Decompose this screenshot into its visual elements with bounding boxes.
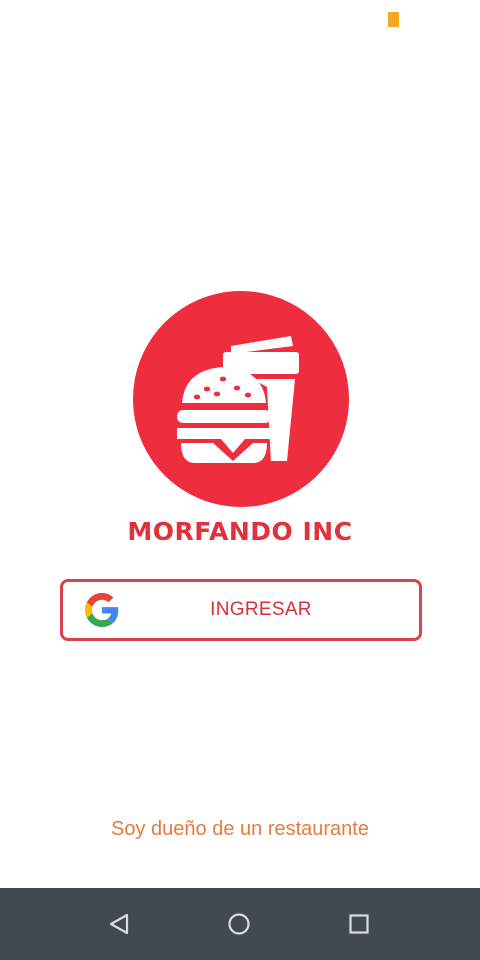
back-triangle-icon [109, 913, 129, 935]
login-button-label: INGRESAR [210, 599, 312, 620]
burger-and-drink-icon [173, 336, 299, 463]
recents-square-icon [349, 914, 369, 934]
restaurant-owner-link[interactable]: Soy dueño de un restaurante [0, 818, 480, 841]
home-button[interactable] [221, 906, 257, 942]
status-indicator-icon [388, 12, 399, 27]
system-nav-bar [0, 888, 480, 960]
recents-button[interactable] [341, 906, 377, 942]
app-logo [133, 291, 349, 507]
home-circle-icon [228, 913, 250, 935]
back-button[interactable] [101, 906, 137, 942]
login-screen: MORFANDO INC INGRESAR Soy dueño de un re… [0, 0, 480, 960]
status-bar [0, 0, 480, 40]
brand-title: MORFANDO INC [127, 517, 353, 546]
google-login-button[interactable]: INGRESAR [60, 579, 422, 641]
